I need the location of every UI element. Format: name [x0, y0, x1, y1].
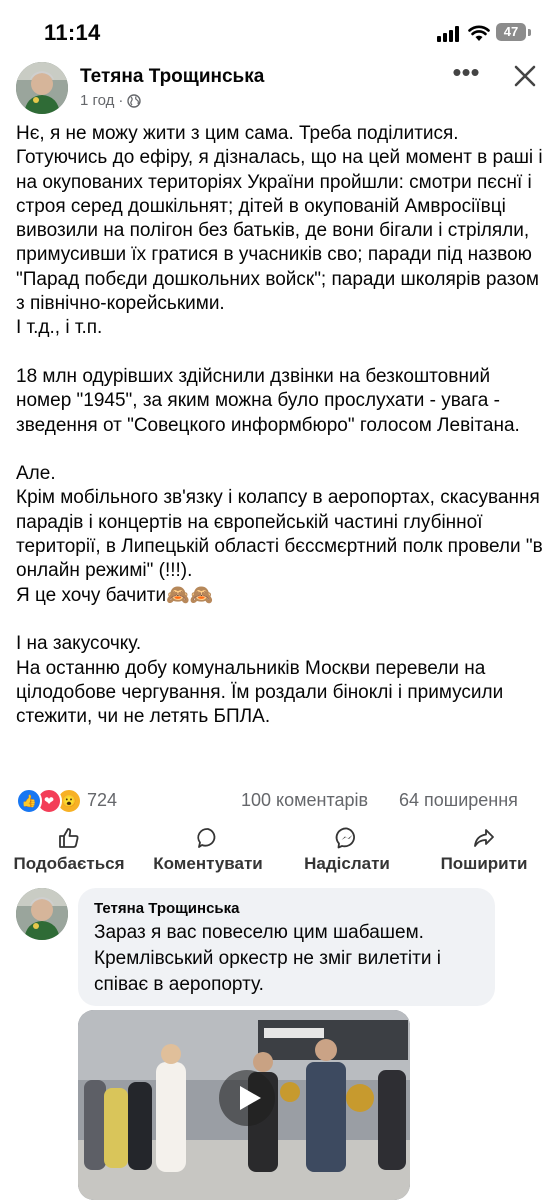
messenger-icon: [335, 827, 355, 849]
post-time[interactable]: 1 год: [80, 92, 114, 109]
more-options-icon[interactable]: •••: [451, 59, 481, 88]
reaction-icons[interactable]: 👍 ❤ 😮: [16, 788, 86, 814]
status-time: 11:14: [44, 20, 101, 45]
battery-tip: [528, 29, 531, 36]
send-label: Надіслати: [304, 854, 390, 873]
play-icon: [240, 1086, 261, 1110]
comment-icon: [197, 828, 216, 848]
post-paragraph: І на закусочку. На останню добу комуналь…: [16, 633, 504, 728]
reactions-count[interactable]: 724: [87, 790, 117, 811]
post-author-name[interactable]: Тетяна Трощинська: [80, 66, 264, 88]
comments-count[interactable]: 100 коментарів: [241, 790, 368, 811]
close-icon[interactable]: [511, 62, 539, 90]
like-label: Подобається: [13, 854, 125, 873]
like-button[interactable]: Подобається: [12, 826, 126, 878]
like-reaction-icon: 👍: [16, 788, 42, 814]
share-icon: [474, 829, 494, 847]
status-bar: 11:14 47: [0, 0, 554, 62]
shares-count[interactable]: 64 поширення: [399, 790, 518, 811]
post-paragraph: Але. Крім мобільного зв'язку і колапсу в…: [16, 463, 543, 606]
share-button[interactable]: Поширити: [438, 826, 530, 878]
cellular-signal-icon: [437, 26, 461, 42]
battery-indicator: 47: [496, 23, 526, 41]
post-body: Нє, я не можу жити з цим сама. Треба под…: [16, 122, 546, 729]
comment-bubble[interactable]: Тетяна Трощинська Зараз я вас повеселю ц…: [78, 888, 495, 1006]
share-label: Поширити: [440, 854, 528, 873]
like-icon: [59, 828, 79, 848]
commenter-avatar[interactable]: [16, 888, 68, 940]
reactions-summary: 👍 ❤ 😮 724 100 коментарів 64 поширення: [0, 784, 554, 816]
post-actions: Подобається Коментувати Надіслати Пошири…: [0, 826, 554, 878]
post-header: Тетяна Трощинська 1 год · •••: [0, 59, 554, 118]
send-button[interactable]: Надіслати: [302, 826, 392, 878]
comment-label: Коментувати: [153, 854, 263, 873]
meta-separator: ·: [118, 92, 124, 109]
comment-button[interactable]: Коментувати: [150, 826, 266, 878]
author-avatar[interactable]: [16, 62, 68, 114]
comment-text: Зараз я вас повеселю цим шабашем. Кремлі…: [94, 922, 441, 995]
play-button[interactable]: [219, 1070, 275, 1126]
globe-icon: [127, 93, 142, 108]
comment-video[interactable]: [78, 1010, 410, 1200]
post-paragraph: 18 млн одурівших здійснили дзвінки на бе…: [16, 365, 520, 436]
post-paragraph: Нє, я не можу жити з цим сама. Треба под…: [16, 123, 543, 339]
post-meta: 1 год ·: [80, 92, 142, 109]
comment-author-name[interactable]: Тетяна Трощинська: [94, 900, 240, 917]
wifi-icon: [468, 25, 490, 41]
